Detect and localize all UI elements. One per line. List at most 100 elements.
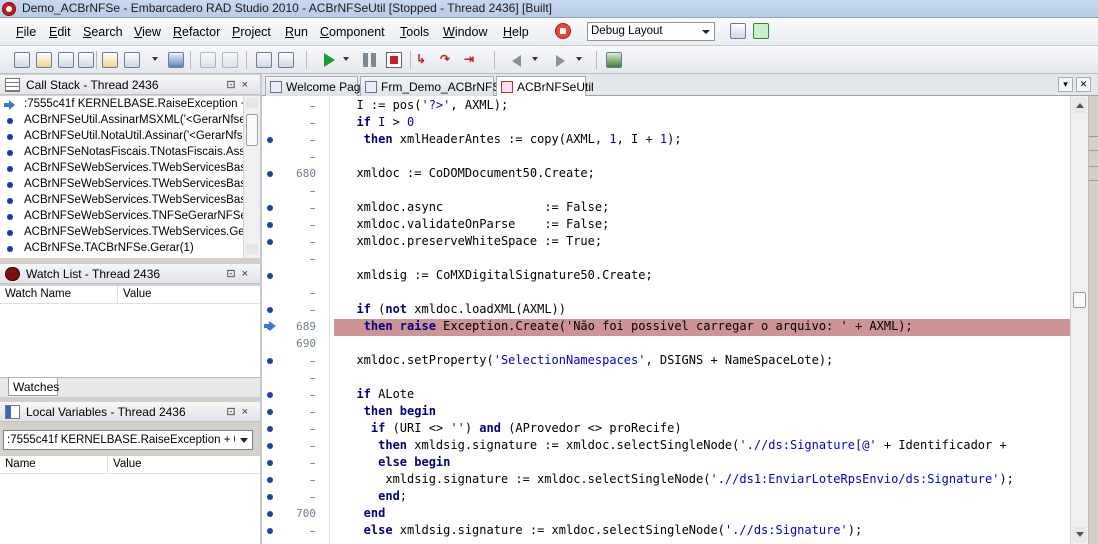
scroll-thumb[interactable] [1073, 292, 1086, 308]
tab-label: Watches [13, 380, 60, 394]
breakpoint-dot-icon[interactable] [267, 409, 273, 415]
set-debug-desktop-icon[interactable] [753, 23, 769, 39]
scroll-up-icon[interactable] [1072, 98, 1087, 113]
unit-icon [501, 81, 513, 93]
step-over-icon[interactable]: ↷ [440, 52, 456, 68]
breakpoint-dot-icon[interactable] [267, 443, 273, 449]
breakpoint-dot-icon[interactable] [267, 392, 273, 398]
breakpoint-dot-icon[interactable] [267, 239, 273, 245]
menu-run[interactable]: Run [285, 25, 308, 39]
menu-project[interactable]: Project [232, 25, 271, 39]
watch-list[interactable]: Watch Name Value [0, 285, 260, 377]
callstack-row[interactable]: ACBrNFSe.TACBrNFSe.Gerar(1) [0, 241, 243, 257]
callstack-row[interactable]: :7555c41f KERNELBASE.RaiseException + 0 [0, 97, 243, 113]
scroll-down-icon[interactable] [246, 244, 258, 254]
code-editor[interactable]: 680 689 690 700 I := pos('?>', AXML); if I … [262, 96, 1070, 544]
breakpoint-dot-icon[interactable] [267, 477, 273, 483]
callstack-row[interactable]: ACBrNFSeWebServices.TNFSeGerarNFSe.Ex [0, 209, 243, 225]
trace-into-icon[interactable]: ↳ [416, 52, 432, 68]
callstack-row[interactable]: ACBrNFSeUtil.AssinarMSXML('<GerarNfseEn [0, 113, 243, 129]
navigate-back-icon[interactable] [512, 55, 521, 67]
save-project-icon[interactable] [168, 52, 184, 68]
run-icon[interactable] [324, 53, 335, 67]
breakpoint-dot-icon[interactable] [267, 222, 273, 228]
menu-edit[interactable]: Edit [49, 25, 71, 39]
callstack-row[interactable]: ACBrNFSeWebServices.TWebServicesBase.I [0, 161, 243, 177]
open-icon[interactable] [36, 52, 52, 68]
save-all-icon[interactable] [78, 52, 94, 68]
locals-list[interactable]: Name Value [0, 455, 260, 544]
desktop-layout-select[interactable]: Debug Layout [587, 22, 715, 41]
menu-file[interactable]: File [16, 25, 36, 39]
breakpoint-dot-icon[interactable] [267, 528, 273, 534]
view-unit-icon[interactable] [222, 52, 238, 68]
editor-vertical-scrollbar[interactable] [1070, 96, 1088, 544]
help-contents-icon[interactable] [606, 52, 622, 68]
breakpoint-dot-icon[interactable] [267, 307, 273, 313]
breakpoint-dot-icon[interactable] [267, 171, 273, 177]
breakpoint-dot-icon[interactable] [267, 494, 273, 500]
callstack-row[interactable]: ACBrNFSeNotasFiscais.TNotasFiscais.Assin… [0, 145, 243, 161]
program-reset-icon[interactable] [386, 52, 402, 68]
callstack-row[interactable]: ACBrNFSeWebServices.TWebServicesBase.I [0, 193, 243, 209]
menu-view[interactable]: View [134, 25, 161, 39]
breakpoint-dot-icon[interactable] [267, 511, 273, 517]
callstack-row[interactable]: ACBrNFSeWebServices.TWebServices.Gerar [0, 225, 243, 241]
menu-tools[interactable]: Tools [400, 25, 429, 39]
stop-all-icon[interactable] [555, 23, 571, 39]
menu-component[interactable]: Component [320, 25, 385, 39]
menu-refactor[interactable]: Refactor [173, 25, 220, 39]
panel-buttons[interactable]: ⊡× [226, 267, 254, 280]
menu-search[interactable]: Search [83, 25, 123, 39]
callstack-scrollbar[interactable] [243, 96, 260, 258]
watch-name-column[interactable]: Watch Name [0, 286, 118, 304]
panel-buttons[interactable]: ⊡× [226, 78, 254, 91]
scroll-up-icon[interactable] [246, 98, 258, 108]
tab-list-icon[interactable]: ▾ [1058, 77, 1073, 92]
callstack-row[interactable]: ACBrNFSeUtil.NotaUtil.Assinar('<GerarNfs… [0, 129, 243, 145]
code-line: xmldoc.async := False; [342, 200, 610, 214]
locals-frame-select[interactable]: :7555c41f KERNELBASE.RaiseException + 0x… [3, 430, 253, 450]
breakpoint-dot-icon[interactable] [267, 460, 273, 466]
chevron-down-icon[interactable] [702, 30, 710, 34]
tab-watches[interactable]: Watches [8, 378, 60, 396]
scroll-thumb[interactable] [246, 114, 258, 146]
locals-name-column[interactable]: Name [0, 456, 108, 474]
breakpoint-dot-icon[interactable] [267, 358, 273, 364]
breakpoint-dot-icon[interactable] [267, 205, 273, 211]
toggle-form-unit-icon[interactable] [278, 52, 294, 68]
chevron-down-icon[interactable] [532, 57, 538, 61]
callstack-header: Call Stack - Thread 2436 ⊡× [0, 75, 260, 95]
menu-help[interactable]: Help [503, 25, 529, 39]
chevron-down-icon[interactable] [576, 57, 582, 61]
pause-icon[interactable] [362, 52, 378, 68]
open-project-icon[interactable] [102, 52, 118, 68]
menu-window[interactable]: Window [443, 25, 487, 39]
watch-value-column[interactable]: Value [118, 286, 260, 304]
run-to-cursor-icon[interactable]: ⇥ [464, 52, 480, 68]
editor-gutter[interactable]: 680 689 690 700 [262, 96, 330, 544]
locals-value-column[interactable]: Value [108, 456, 260, 474]
scroll-down-icon[interactable] [1072, 527, 1087, 542]
close-icon[interactable]: ✕ [1076, 77, 1091, 92]
tab-frm-demo[interactable]: Frm_Demo_ACBrNFSe [360, 76, 507, 96]
execution-point-arrow-icon [264, 321, 277, 331]
remove-from-project-icon[interactable] [200, 52, 216, 68]
new-items-icon[interactable] [14, 52, 30, 68]
add-to-project-icon[interactable] [124, 52, 140, 68]
save-icon[interactable] [58, 52, 74, 68]
chevron-down-icon[interactable] [240, 438, 248, 443]
chevron-down-icon[interactable] [152, 57, 158, 61]
breakpoint-dot-icon[interactable] [267, 137, 273, 143]
callstack-row[interactable]: ACBrNFSeWebServices.TWebServicesBase.I [0, 177, 243, 193]
chevron-down-icon[interactable] [343, 57, 349, 61]
save-desktop-icon[interactable] [730, 23, 746, 39]
tab-acbrnfseutil[interactable]: ACBrNFSeUtil [496, 76, 594, 97]
gutter-tick [310, 106, 315, 107]
breakpoint-dot-icon[interactable] [267, 426, 273, 432]
navigate-forward-icon[interactable] [556, 55, 565, 67]
view-form-icon[interactable] [256, 52, 272, 68]
panel-buttons[interactable]: ⊡× [226, 405, 254, 418]
tab-welcome-page[interactable]: Welcome Page [265, 76, 367, 96]
breakpoint-dot-icon[interactable] [267, 273, 273, 279]
